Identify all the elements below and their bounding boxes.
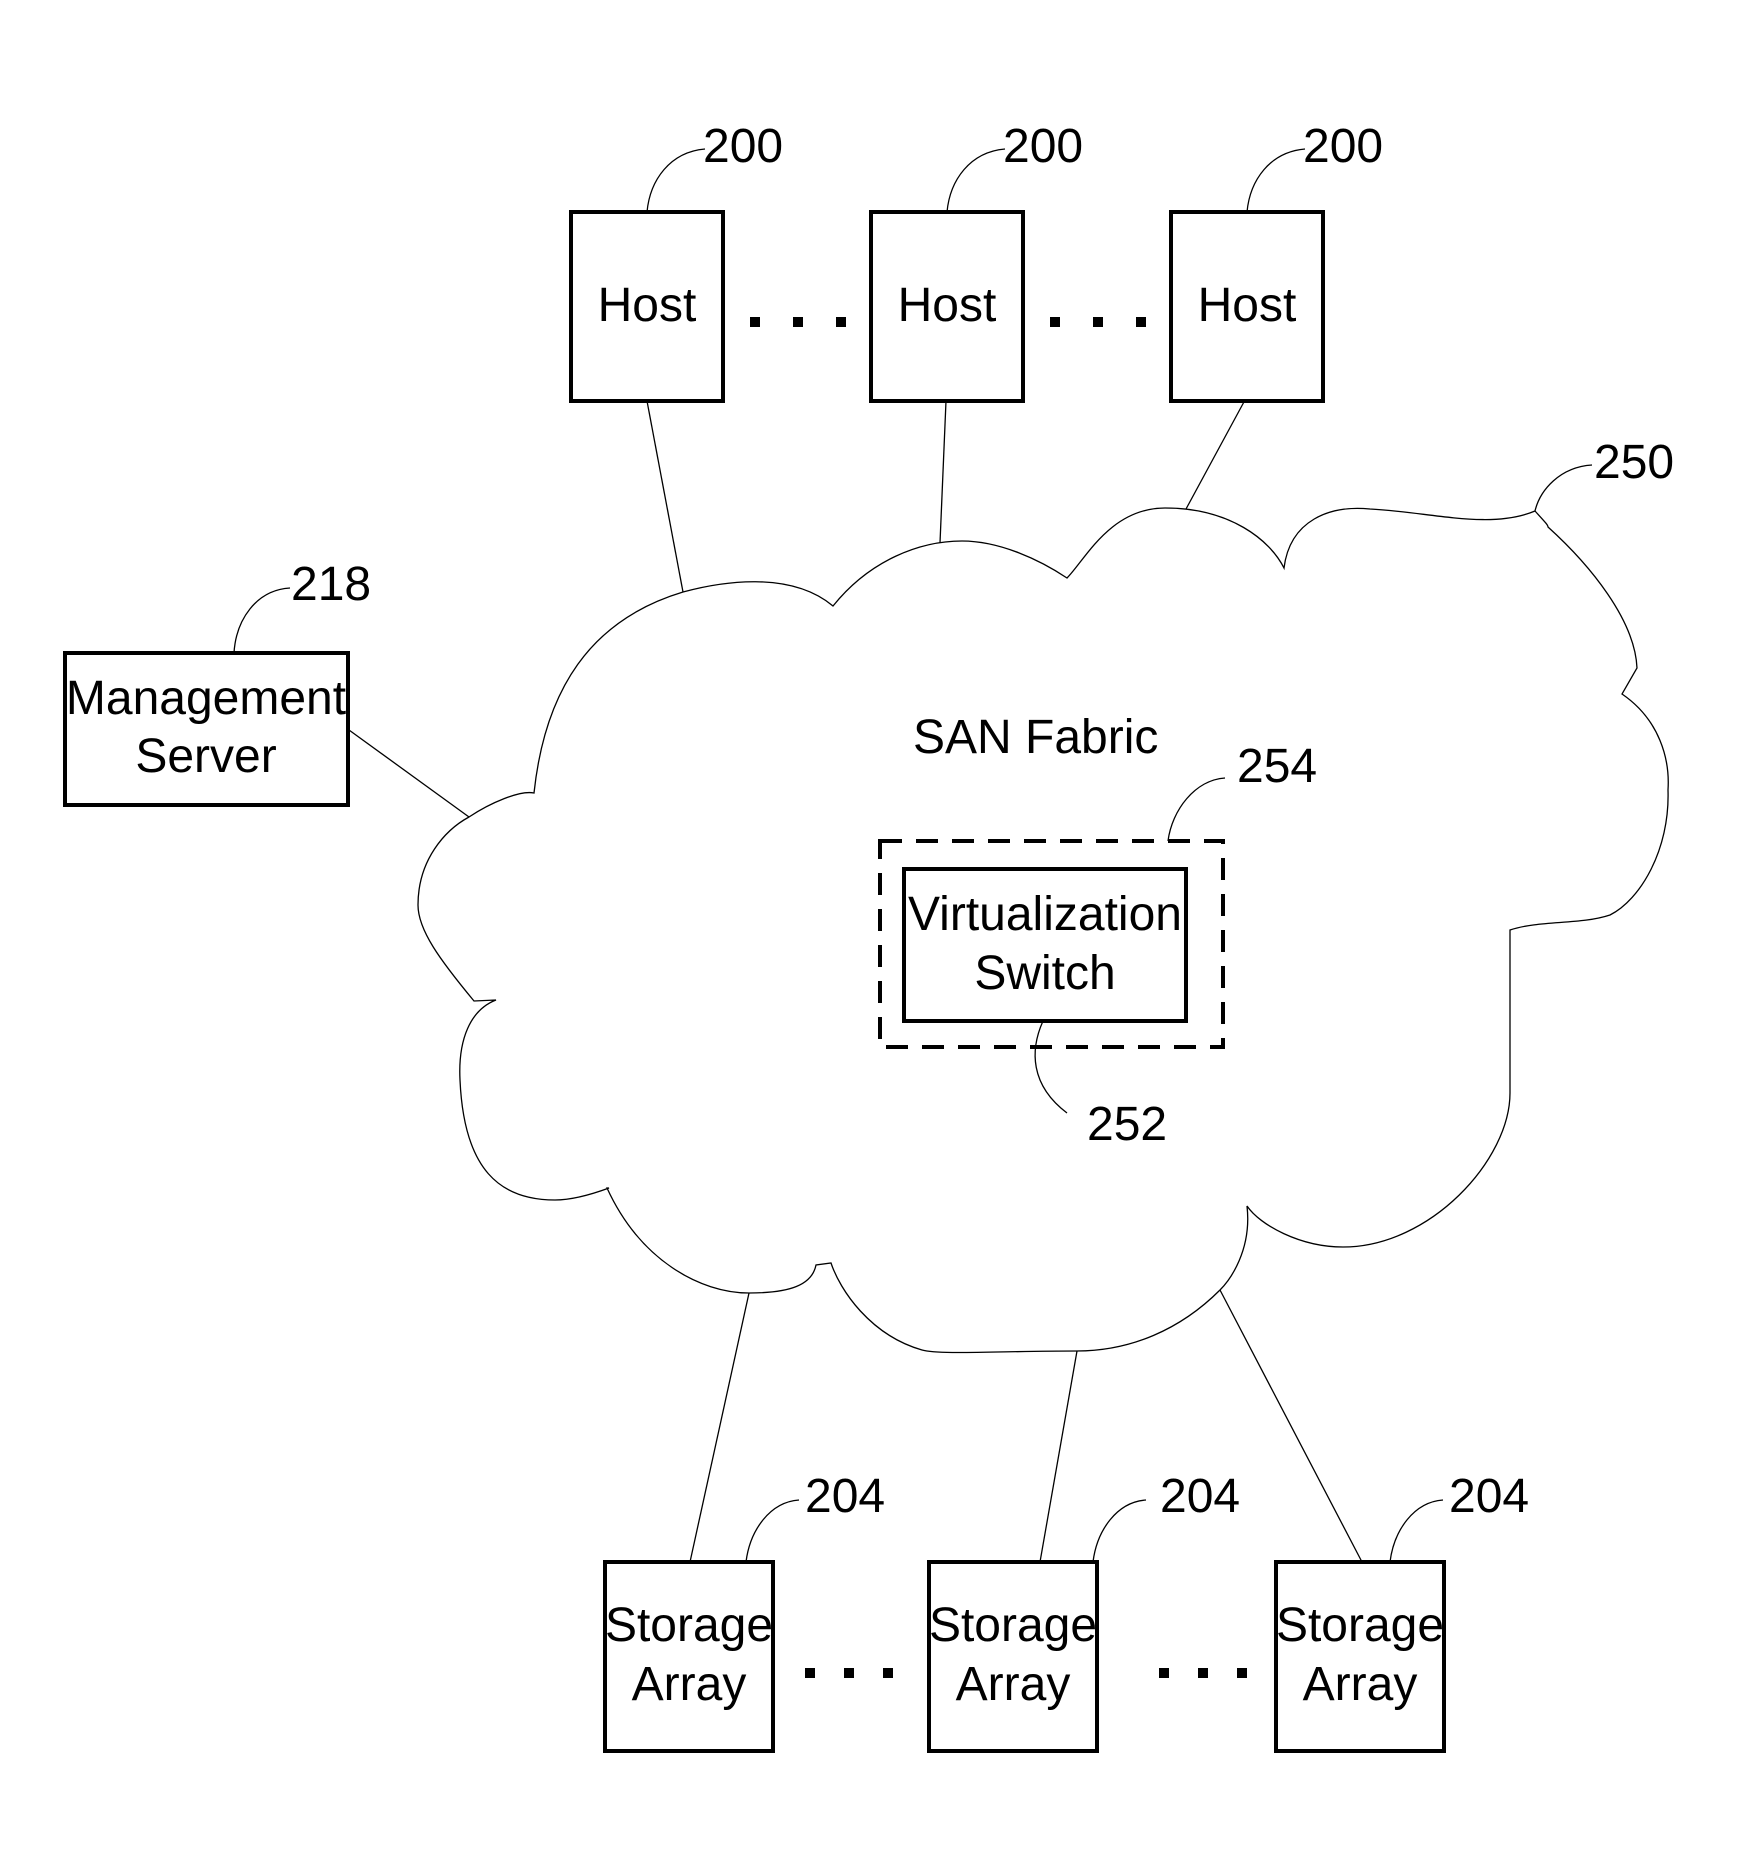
storage-array-1[interactable]: Storage Array bbox=[603, 1560, 775, 1753]
host-2[interactable]: Host bbox=[869, 210, 1025, 403]
management-server-label-line2: Server bbox=[135, 730, 276, 783]
host-2-ref-leader bbox=[946, 148, 1006, 213]
san-fabric-ref: 250 bbox=[1594, 436, 1674, 489]
storage-2-ref-leader bbox=[1092, 1499, 1147, 1563]
management-server-ref: 218 bbox=[291, 558, 371, 611]
switch-ref: 252 bbox=[1087, 1098, 1167, 1151]
storage-2-link bbox=[1039, 1350, 1078, 1563]
host-1-ref-leader bbox=[646, 148, 706, 213]
host-2-label: Host bbox=[898, 279, 997, 332]
storage-3-ref-leader bbox=[1389, 1499, 1444, 1563]
host-3[interactable]: Host bbox=[1169, 210, 1325, 403]
storage-1-ref: 204 bbox=[805, 1470, 885, 1523]
host-2-ref: 200 bbox=[1003, 120, 1083, 173]
storage-2-ref: 204 bbox=[1160, 1470, 1240, 1523]
storage-3-ref: 204 bbox=[1449, 1470, 1529, 1523]
storage-1-label-line1: Storage bbox=[605, 1599, 773, 1652]
storage-array-2[interactable]: Storage Array bbox=[927, 1560, 1099, 1753]
storage-1-link bbox=[689, 1292, 750, 1563]
host-1[interactable]: Host bbox=[569, 210, 725, 403]
switch-label-line2: Switch bbox=[974, 947, 1115, 1000]
storage-3-label-line1: Storage bbox=[1276, 1599, 1444, 1652]
storage-1-label-line2: Array bbox=[632, 1658, 747, 1711]
host-3-ref-leader bbox=[1246, 148, 1306, 213]
storage-2-label-line2: Array bbox=[956, 1658, 1071, 1711]
host-3-ref: 200 bbox=[1303, 120, 1383, 173]
cloud-ref-leader bbox=[1534, 464, 1593, 512]
host-1-label: Host bbox=[598, 279, 697, 332]
virtualization-switch[interactable]: Virtualization Switch bbox=[902, 867, 1188, 1023]
host-3-label: Host bbox=[1198, 279, 1297, 332]
storage-3-label-line2: Array bbox=[1303, 1658, 1418, 1711]
management-link bbox=[348, 729, 470, 818]
storage-ellipsis-2 bbox=[1159, 1668, 1247, 1678]
host-1-ref: 200 bbox=[703, 120, 783, 173]
storage-2-label-line1: Storage bbox=[929, 1599, 1097, 1652]
host-3-link bbox=[1185, 399, 1246, 510]
host-1-link bbox=[646, 400, 684, 593]
host-ellipsis-2 bbox=[1050, 317, 1146, 327]
storage-array-3[interactable]: Storage Array bbox=[1274, 1560, 1446, 1753]
management-server[interactable]: Management Server bbox=[63, 651, 350, 807]
host-ellipsis-1 bbox=[750, 317, 846, 327]
storage-ellipsis-1 bbox=[805, 1668, 893, 1678]
management-ref-leader bbox=[233, 587, 291, 654]
management-server-label-line1: Management bbox=[66, 672, 346, 725]
host-2-link bbox=[939, 400, 947, 544]
switch-container-ref: 254 bbox=[1237, 740, 1317, 793]
storage-1-ref-leader bbox=[745, 1499, 800, 1563]
san-diagram: Host Host Host 200 200 200 Management Se… bbox=[63, 120, 1674, 1753]
switch-label-line1: Virtualization bbox=[908, 888, 1182, 941]
storage-3-link bbox=[1219, 1289, 1363, 1563]
san-fabric-label: SAN Fabric bbox=[913, 711, 1158, 764]
